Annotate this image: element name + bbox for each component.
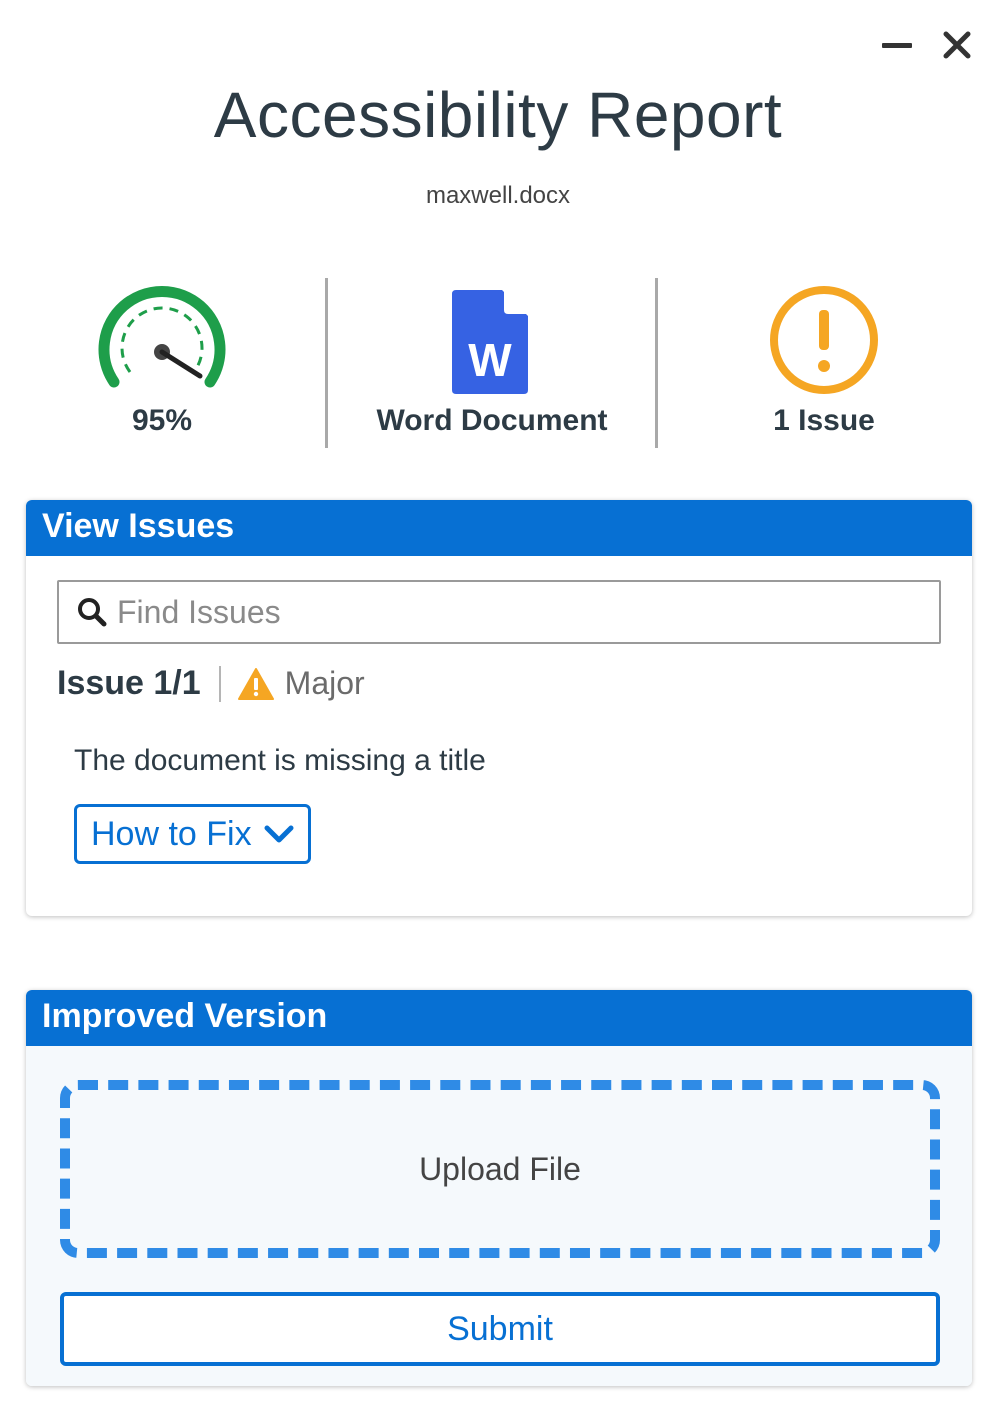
issue-separator [218, 665, 221, 702]
doc-type-label: Word Document [376, 404, 608, 437]
issue-counter: Issue 1/1 [57, 664, 201, 702]
issue-header-row: Issue 1/1 Major [57, 664, 365, 703]
doc-type-stat: W Word Document [362, 278, 622, 450]
view-issues-header: View Issues [26, 500, 972, 556]
summary-stats: 95% W Word Document 1 Issue [0, 278, 996, 450]
how-to-fix-button[interactable]: How to Fix [74, 804, 311, 864]
minimize-icon [882, 43, 912, 48]
close-button[interactable] [940, 28, 974, 62]
page-title: Accessibility Report [213, 79, 783, 151]
warning-triangle-icon [237, 667, 274, 700]
word-letter: W [468, 334, 512, 386]
improved-version-panel: Improved Version Upload File Submit [26, 990, 972, 1386]
chevron-down-icon [264, 825, 294, 843]
minimize-button[interactable] [880, 28, 914, 62]
view-issues-panel: View Issues Issue 1/1 Major The document… [26, 500, 972, 916]
improved-version-body: Upload File Submit [26, 1046, 972, 1386]
upload-label: Upload File [419, 1150, 581, 1187]
issues-label: 1 Issue [773, 404, 875, 437]
submit-button[interactable]: Submit [60, 1292, 940, 1366]
stat-divider [655, 278, 658, 448]
severity-label: Major [284, 665, 365, 701]
score-label: 95% [131, 404, 193, 437]
warning-circle-icon [770, 286, 878, 394]
word-document-icon: W [452, 290, 528, 394]
gauge-icon [98, 285, 226, 388]
issue-description: The document is missing a title [74, 744, 486, 777]
how-to-fix-label: How to Fix [91, 814, 252, 853]
window-controls [880, 28, 974, 62]
search-box [57, 580, 941, 644]
search-icon [78, 598, 107, 627]
stat-divider [325, 278, 328, 448]
search-input[interactable] [117, 593, 897, 631]
upload-dropzone[interactable]: Upload File [60, 1080, 940, 1258]
issues-stat: 1 Issue [724, 278, 924, 450]
score-stat: 95% [62, 278, 262, 450]
file-name: maxwell.docx [425, 182, 571, 209]
improved-version-header: Improved Version [26, 990, 972, 1046]
close-icon [943, 31, 971, 59]
